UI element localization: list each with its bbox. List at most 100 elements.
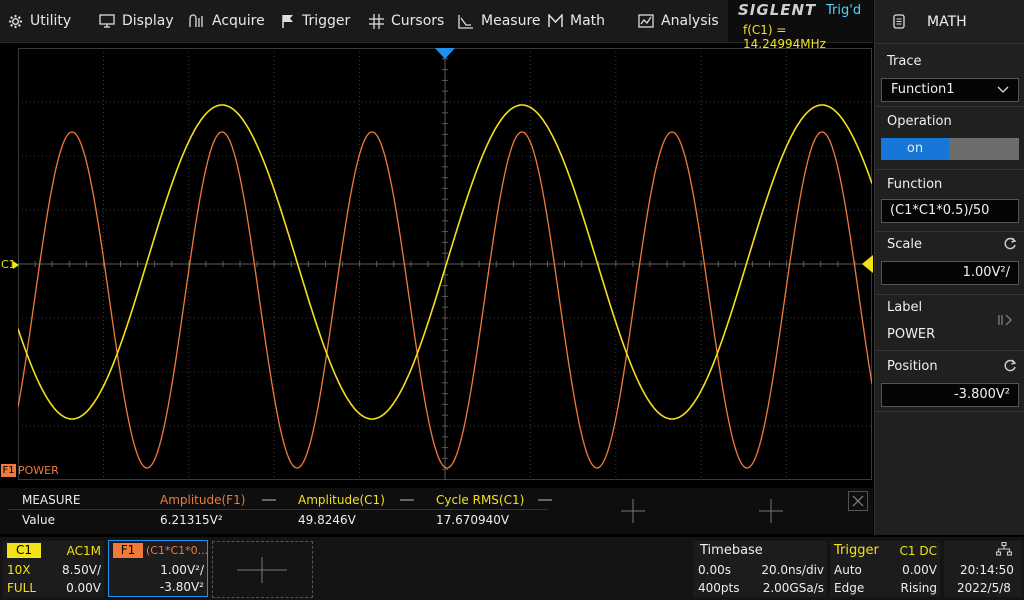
menu-cursors[interactable]: Cursors bbox=[369, 0, 444, 42]
menu-acquire[interactable]: Acquire bbox=[189, 0, 265, 42]
trace-section: Trace Function1 bbox=[875, 44, 1024, 107]
waveform-display[interactable] bbox=[18, 48, 872, 480]
c1-channel-tag: C1 bbox=[7, 543, 41, 558]
f1-channel-tag: F1 bbox=[113, 543, 143, 558]
f1-offset: -3.80V² bbox=[159, 580, 204, 594]
close-icon[interactable] bbox=[848, 491, 868, 511]
remove-measure-icon[interactable] bbox=[262, 499, 276, 501]
remove-measure-icon[interactable] bbox=[400, 499, 414, 501]
timebase-rate: 2.00GSa/s bbox=[762, 581, 824, 595]
position-section: Position -3.800V² bbox=[875, 351, 1024, 412]
menu-utility[interactable]: Utility bbox=[8, 0, 71, 42]
math-panel: MATH Trace Function1 Operation on Functi… bbox=[874, 0, 1024, 535]
menu-acquire-label: Acquire bbox=[212, 13, 265, 29]
monitor-icon bbox=[99, 14, 115, 28]
flag-icon bbox=[282, 14, 293, 28]
submenu-arrow-icon bbox=[998, 314, 1012, 326]
timebase-points: 400pts bbox=[698, 581, 740, 595]
menu-trigger[interactable]: Trigger bbox=[281, 0, 350, 42]
scale-section: Scale 1.00V²/ bbox=[875, 232, 1024, 295]
operation-label: Operation bbox=[887, 114, 952, 129]
trigger-source: C1 DC bbox=[899, 544, 937, 558]
operation-toggle[interactable]: on bbox=[881, 138, 1019, 160]
add-measure-icon[interactable] bbox=[759, 499, 783, 523]
trigger-level: 0.00V bbox=[902, 563, 937, 577]
operation-section: Operation on bbox=[875, 107, 1024, 170]
measure-col2-name[interactable]: Amplitude(C1) bbox=[298, 493, 385, 507]
menu-measure-label: Measure bbox=[481, 13, 541, 29]
measure-col3-value: 17.670940V bbox=[436, 513, 510, 527]
c1-offset: 0.00V bbox=[66, 581, 101, 595]
position-input[interactable]: -3.800V² bbox=[881, 383, 1019, 407]
analysis-icon bbox=[638, 14, 654, 28]
label-section[interactable]: Label POWER bbox=[875, 295, 1024, 351]
menu-analysis[interactable]: Analysis bbox=[638, 0, 719, 42]
trigger-level-marker[interactable] bbox=[862, 255, 873, 273]
trigger-slope: Rising bbox=[900, 581, 937, 595]
trigger-status: Trig'd bbox=[826, 3, 862, 18]
menu-cursors-label: Cursors bbox=[391, 13, 445, 29]
trigger-position-marker[interactable] bbox=[435, 48, 455, 60]
remove-measure-icon[interactable] bbox=[538, 499, 552, 501]
position-label: Position bbox=[887, 359, 938, 374]
menu-math[interactable]: Math bbox=[548, 0, 605, 42]
brand-area: SIGLENT Trig'd f(C1) = 14.24994MHz bbox=[728, 0, 873, 51]
measure-col3-name[interactable]: Cycle RMS(C1) bbox=[436, 493, 524, 507]
gear-icon bbox=[8, 14, 23, 28]
function-section: Function (C1*C1*0.5)/50 bbox=[875, 170, 1024, 232]
f1-marker[interactable]: F1 bbox=[1, 464, 16, 477]
network-icon bbox=[996, 542, 1012, 556]
reset-icon[interactable] bbox=[1003, 237, 1017, 251]
top-menu-bar: Utility Display Acquire Trigger Cursors … bbox=[0, 0, 873, 51]
measure-icon bbox=[458, 14, 473, 29]
timebase-box[interactable]: Timebase 0.00s 20.0ns/div 400pts 2.00GSa… bbox=[693, 541, 827, 597]
scale-input[interactable]: 1.00V²/ bbox=[881, 261, 1019, 285]
clock-time: 20:14:50 bbox=[960, 563, 1014, 577]
function-input[interactable]: (C1*C1*0.5)/50 bbox=[881, 199, 1019, 223]
scale-label: Scale bbox=[887, 237, 922, 252]
c1-scale: 8.50V/ bbox=[62, 563, 101, 577]
trace-label: Trace bbox=[887, 54, 922, 69]
siglent-logo: SIGLENT bbox=[738, 1, 817, 19]
measure-col1-name[interactable]: Amplitude(F1) bbox=[160, 493, 245, 507]
f1-channel-box[interactable]: F1 (C1*C1*0... 1.00V²/ -3.80V² bbox=[108, 540, 208, 597]
math-icon bbox=[548, 14, 563, 27]
c1-coupling: AC1M bbox=[66, 544, 101, 558]
menu-measure[interactable]: Measure bbox=[458, 0, 541, 42]
trigger-type: Edge bbox=[834, 581, 865, 595]
timebase-scale: 20.0ns/div bbox=[761, 563, 824, 577]
clock-date: 2022/5/8 bbox=[957, 581, 1011, 595]
measure-col1-value: 6.21315V² bbox=[160, 513, 223, 527]
menu-utility-label: Utility bbox=[30, 13, 72, 29]
menu-list-icon[interactable] bbox=[893, 14, 905, 29]
c1-probe: 10X bbox=[7, 563, 31, 577]
math-panel-title: MATH bbox=[927, 13, 967, 30]
chevron-down-icon bbox=[997, 86, 1009, 93]
measure-title: MEASURE bbox=[22, 493, 81, 507]
timebase-title: Timebase bbox=[700, 543, 763, 558]
measure-row-label: Value bbox=[22, 513, 55, 527]
c1-ground-arrow bbox=[13, 261, 19, 269]
menu-analysis-label: Analysis bbox=[661, 13, 719, 29]
measure-divider bbox=[8, 509, 548, 510]
c1-channel-box[interactable]: C1 AC1M 10X 8.50V/ FULL 0.00V bbox=[3, 541, 104, 597]
menu-display[interactable]: Display bbox=[99, 0, 174, 42]
f1-label: POWER bbox=[18, 464, 59, 477]
reset-icon[interactable] bbox=[1003, 359, 1017, 373]
add-channel-box[interactable] bbox=[212, 541, 313, 598]
frequency-readout: f(C1) = 14.24994MHz bbox=[743, 23, 826, 51]
add-icon bbox=[237, 557, 287, 583]
c1-bandwidth: FULL bbox=[7, 581, 37, 595]
trace-select[interactable]: Function1 bbox=[881, 78, 1019, 102]
trigger-box[interactable]: Trigger C1 DC Auto 0.00V Edge Rising bbox=[830, 541, 940, 597]
f1-expression: (C1*C1*0... bbox=[146, 544, 209, 557]
measure-panel: MEASURE Value Amplitude(F1) 6.21315V² Am… bbox=[0, 488, 873, 534]
add-measure-icon[interactable] bbox=[621, 499, 645, 523]
acquire-icon bbox=[189, 14, 203, 27]
cursors-icon bbox=[369, 13, 384, 29]
status-bar: C1 AC1M 10X 8.50V/ FULL 0.00V F1 (C1*C1*… bbox=[0, 537, 1024, 600]
f1-scale: 1.00V²/ bbox=[160, 563, 204, 577]
trigger-title: Trigger bbox=[834, 543, 879, 558]
math-panel-header: MATH bbox=[875, 0, 1024, 44]
clock-box[interactable]: 20:14:50 2022/5/8 bbox=[944, 541, 1022, 597]
